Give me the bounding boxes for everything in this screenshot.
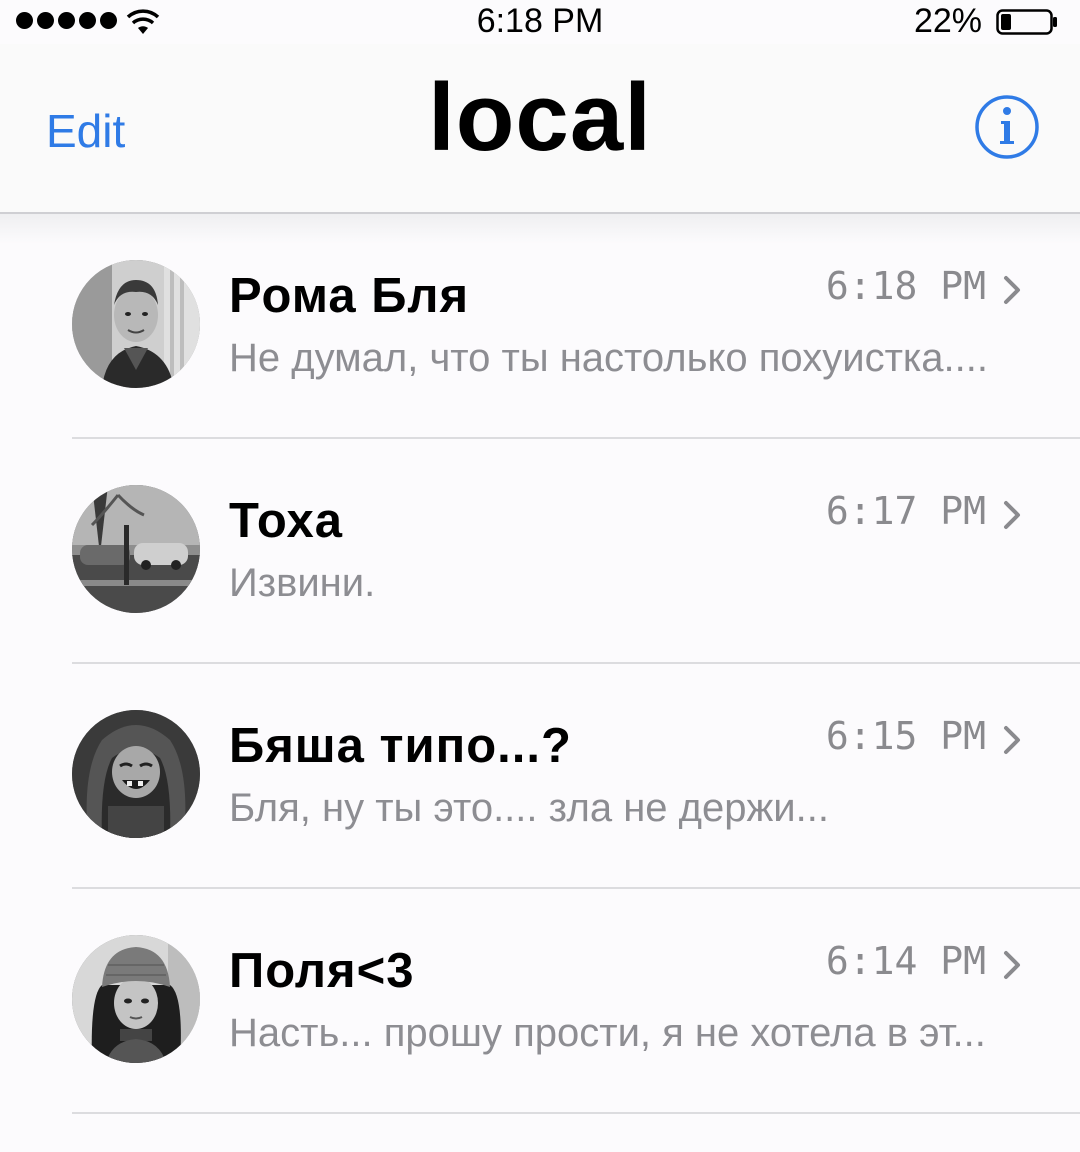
page-title: local <box>428 64 652 171</box>
chat-row-byasha[interactable]: Бяша типо...? 6:15 PM Бля, ну ты это....… <box>0 664 1080 889</box>
chat-name: Поля<3 <box>229 944 415 998</box>
chat-time: 6:14 PM <box>825 939 986 983</box>
chat-time: 6:18 PM <box>825 264 986 308</box>
chevron-right-icon <box>1004 951 1020 979</box>
chat-preview: Извини. <box>229 561 376 605</box>
chat-preview: Бля, ну ты это.... зла не держи... <box>229 786 829 830</box>
chat-list: Рома Бля 6:18 PM Не думал, что ты настол… <box>0 214 1080 1114</box>
navigation-bar: Edit local <box>0 44 1080 214</box>
row-divider <box>72 1112 1080 1114</box>
chat-preview: Насть... прошу прости, я не хотела в эт.… <box>229 1011 986 1055</box>
chevron-right-icon <box>1004 276 1020 304</box>
avatar-girl-hat-icon <box>72 935 200 1063</box>
chat-time: 6:15 PM <box>825 714 986 758</box>
chat-row-polya[interactable]: Поля<3 6:14 PM Насть... прошу прости, я … <box>0 889 1080 1114</box>
chat-preview: Не думал, что ты настолько похуистка.... <box>229 336 988 380</box>
avatar-hooded-boy-icon <box>72 710 200 838</box>
avatar-street-icon <box>72 485 200 613</box>
status-bar: 6:18 PM 22% <box>0 0 1080 44</box>
chat-row-toha[interactable]: Тоха 6:17 PM Извини. <box>0 439 1080 664</box>
chat-time: 6:17 PM <box>825 489 986 533</box>
chevron-right-icon <box>1004 726 1020 754</box>
chat-name: Тоха <box>229 494 344 548</box>
chat-row-roma[interactable]: Рома Бля 6:18 PM Не думал, что ты настол… <box>0 214 1080 439</box>
avatar-boy-icon <box>72 260 200 388</box>
chat-name: Рома Бля <box>229 269 470 323</box>
battery-percent: 22% <box>913 2 982 40</box>
chevron-right-icon <box>1004 501 1020 529</box>
info-icon[interactable] <box>974 94 1040 160</box>
chat-name: Бяша типо...? <box>229 719 572 773</box>
battery-icon <box>996 9 1057 35</box>
